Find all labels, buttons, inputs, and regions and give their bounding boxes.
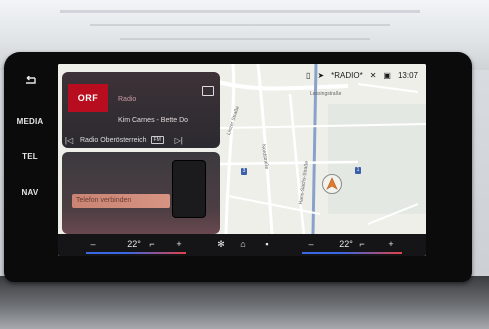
left-temp-gradient <box>86 252 186 254</box>
status-radio-label: *RADIO* <box>331 70 363 80</box>
clock: 13:07 <box>397 70 418 80</box>
media-source-label: Radio <box>118 96 137 103</box>
previous-icon[interactable]: |◁ <box>62 136 76 145</box>
apps-grid-icon[interactable]: ▪ <box>260 237 274 251</box>
right-temp-plus-button[interactable]: + <box>384 237 398 251</box>
station-name: Radio Oberösterreich <box>80 136 147 144</box>
left-temp-plus-button[interactable]: + <box>172 237 186 251</box>
mute-icon: ✕ <box>369 70 377 80</box>
connect-phone-button[interactable]: Telefon verbinden <box>72 194 170 208</box>
right-temp-minus-button[interactable]: – <box>304 237 318 251</box>
phone-image <box>172 160 206 218</box>
right-seat-heat-icon[interactable]: ⌐ <box>356 237 368 251</box>
rail-nav-button[interactable]: NAV <box>4 188 56 197</box>
back-button[interactable] <box>4 75 56 88</box>
back-arrow-icon <box>26 75 36 84</box>
media-widget[interactable]: ORF Radio Kim Carnes - Bette Do |◁ Radio… <box>62 72 220 148</box>
left-seat-heat-icon[interactable]: ⌐ <box>146 237 158 251</box>
phone-widget[interactable]: Telefon verbinden <box>62 152 220 234</box>
now-playing-text: Kim Carnes - Bette Do <box>118 117 189 124</box>
home-icon[interactable]: ⌂ <box>236 237 250 251</box>
right-temp-gradient <box>302 252 402 254</box>
left-button-rail: MEDIA TEL NAV <box>4 60 56 270</box>
media-controls: |◁ Radio Oberösterreich FM ▷| <box>62 133 220 147</box>
street-label: Lessingstraße <box>310 91 342 97</box>
fan-icon[interactable]: ✻ <box>214 237 228 251</box>
cast-icon[interactable] <box>202 86 214 96</box>
orf-logo: ORF <box>68 84 108 112</box>
band-badge: FM <box>150 136 164 144</box>
rail-media-button[interactable]: MEDIA <box>4 117 56 126</box>
left-temp-value[interactable]: 22° <box>120 237 148 251</box>
phone-signal-icon: ▯ <box>306 70 311 80</box>
dashboard-trim <box>0 276 489 329</box>
vehicle-position-icon <box>322 174 342 194</box>
road-number-badge: 1 <box>355 167 361 174</box>
road-number-badge: 3 <box>241 168 247 175</box>
location-arrow-icon: ➤ <box>317 70 325 80</box>
left-temp-minus-button[interactable]: – <box>86 237 100 251</box>
status-bar: ▯ ➤ *RADIO* ✕ ▣ 13:07 <box>306 68 418 82</box>
message-icon: ▣ <box>383 70 391 80</box>
climate-bar: – 22° ⌐ + ✻ ⌂ ▪ – 22° ⌐ + <box>58 234 426 256</box>
next-icon[interactable]: ▷| <box>172 136 186 145</box>
infotainment-screen: Lessingstraße Linzer Straße Nordstraße H… <box>58 64 426 256</box>
rail-tel-button[interactable]: TEL <box>4 152 56 161</box>
